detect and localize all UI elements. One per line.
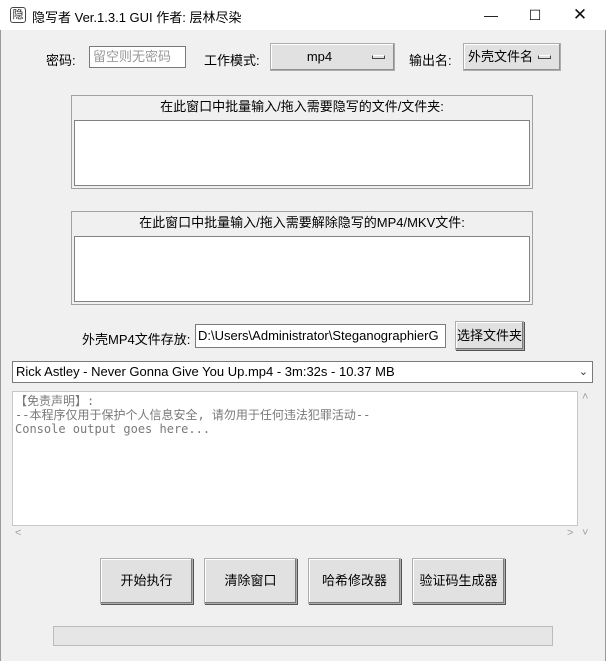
chevron-down-icon: ⌄ [578,366,588,378]
dropdown-indicator-icon [538,55,551,59]
scroll-up-icon[interactable]: ˄ [582,391,588,403]
close-button[interactable]: ✕ [557,0,603,30]
console-line: 【免责声明】: [15,394,95,408]
console-line: Console output goes here... [15,422,211,436]
minimize-button[interactable]: — [468,0,514,30]
window-title: 隐写者 Ver.1.3.1 GUI 作者: 层林尽染 [32,10,242,25]
mode-label: 工作模式: [204,53,260,68]
clear-button[interactable]: 清除窗口 [204,558,297,604]
mode-value: mp4 [306,49,333,64]
shell-file-selected: Rick Astley - Never Gonna Give You Up.mp… [16,364,395,379]
maximize-button[interactable]: ☐ [512,0,558,30]
app-icon: 隐 [10,7,26,23]
reveal-frame-title: 在此窗口中批量输入/拖入需要解除隐写的MP4/MKV文件: [139,215,465,230]
shell-file-select[interactable]: Rick Astley - Never Gonna Give You Up.mp… [12,361,593,383]
console-output[interactable]: 【免责声明】: --本程序仅用于保护个人信息安全, 请勿用于任何违法犯罪活动-- C… [12,391,578,526]
hide-files-frame: 在此窗口中批量输入/拖入需要隐写的文件/文件夹: [71,95,533,189]
console-vertical-scrollbar[interactable]: ˄ ˅ [578,391,595,544]
dropdown-indicator-icon [372,55,385,59]
window-border [0,30,1,661]
output-label: 输出名: [409,53,452,68]
password-field[interactable]: 留空则无密码 [89,46,186,68]
hide-frame-title: 在此窗口中批量输入/拖入需要隐写的文件/文件夹: [160,99,444,114]
hide-files-textbox[interactable] [74,120,530,186]
start-button[interactable]: 开始执行 [100,558,193,604]
scroll-down-icon[interactable]: ˅ [582,527,588,539]
scroll-left-icon[interactable]: ˂ [15,527,21,539]
password-label: 密码: [46,53,76,68]
console-horizontal-scrollbar[interactable]: ˂ ˃ [12,526,578,543]
shell-dir-label: 外壳MP4文件存放: [82,332,191,347]
output-value: 外壳文件名 [468,49,534,64]
hash-modifier-button[interactable]: 哈希修改器 [308,558,401,604]
output-dropdown[interactable]: 外壳文件名 [463,43,561,71]
shell-dir-path[interactable]: D:\Users\Administrator\SteganographierG [195,324,446,348]
captcha-generator-button[interactable]: 验证码生成器 [412,558,505,604]
console-line: --本程序仅用于保护个人信息安全, 请勿用于任何违法犯罪活动-- [15,408,371,422]
progress-bar [53,626,553,646]
reveal-files-frame: 在此窗口中批量输入/拖入需要解除隐写的MP4/MKV文件: [71,211,533,305]
reveal-files-textbox[interactable] [74,236,530,302]
choose-folder-button[interactable]: 选择文件夹 [455,321,524,350]
mode-dropdown[interactable]: mp4 [270,43,395,71]
scroll-right-icon[interactable]: ˃ [567,527,573,539]
